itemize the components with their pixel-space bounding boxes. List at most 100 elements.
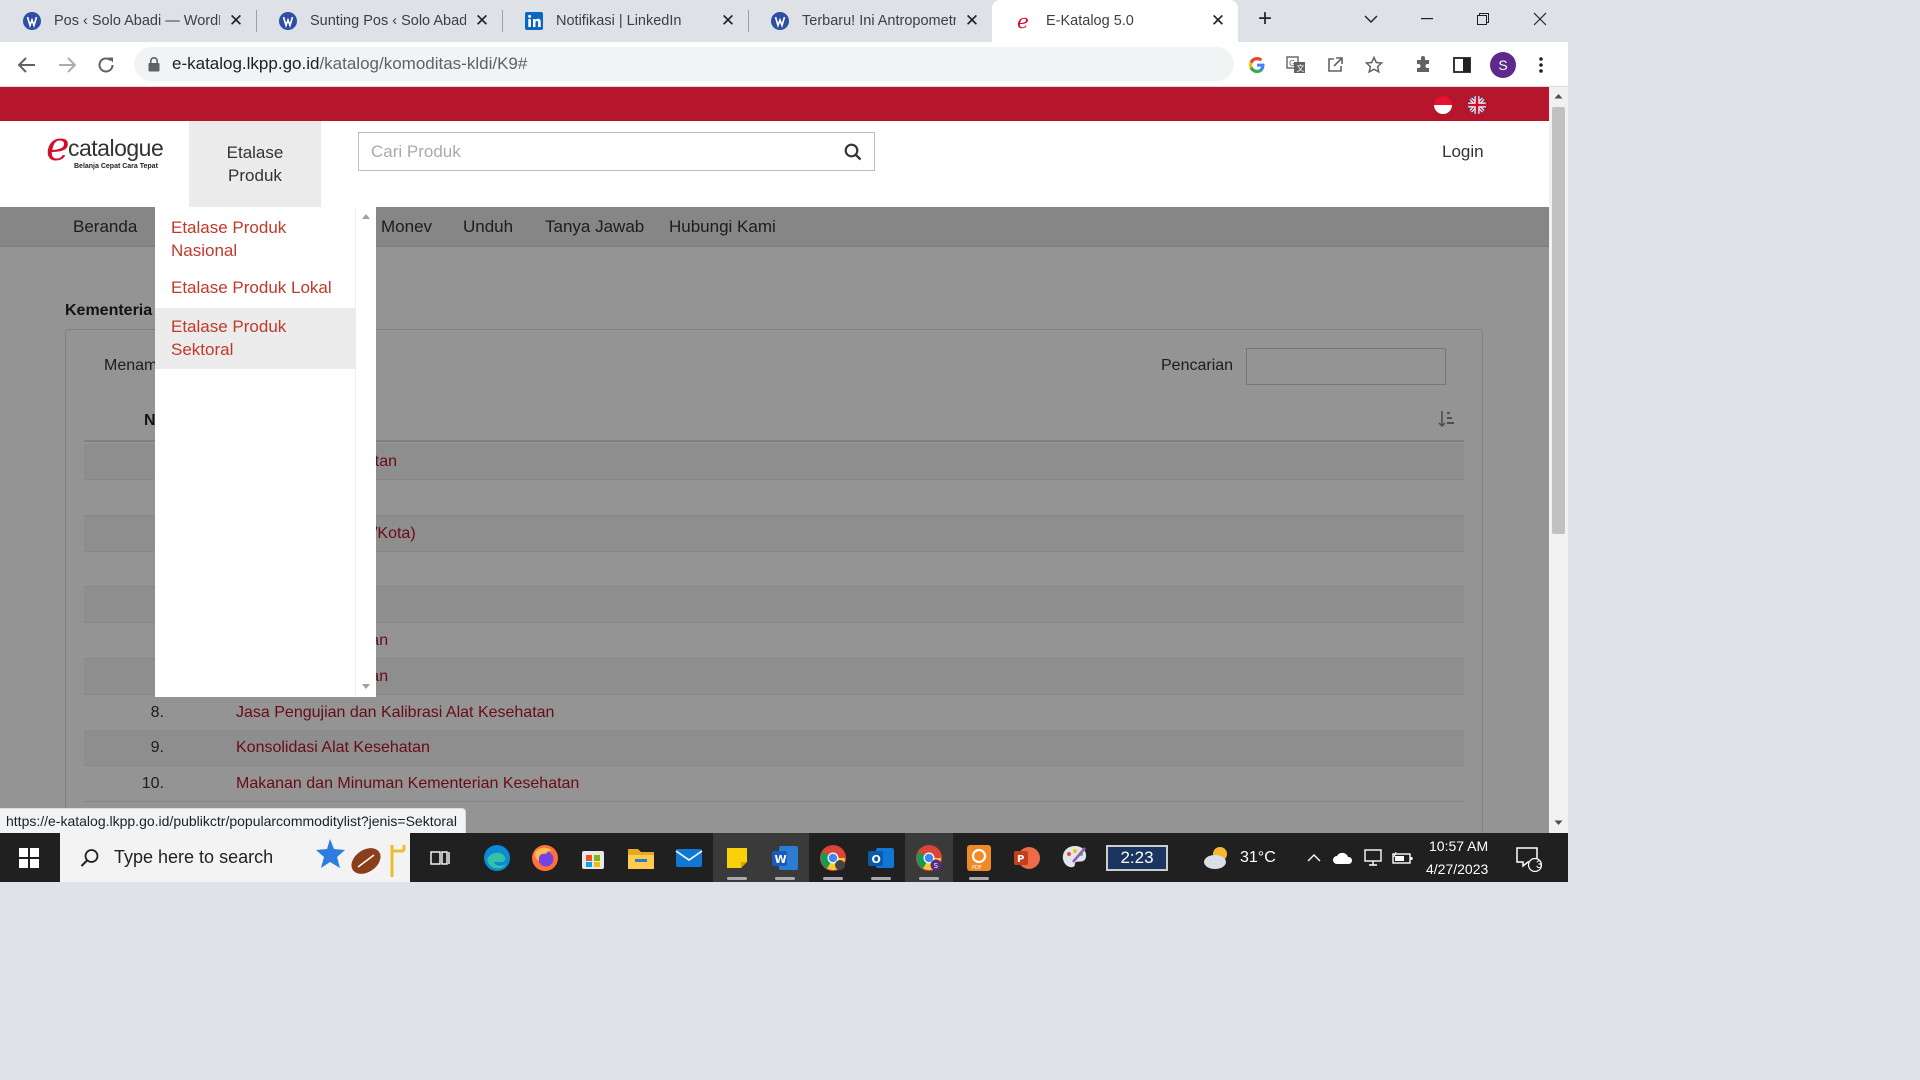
svg-text:e: e — [1017, 11, 1029, 31]
logo-text: catalogue — [68, 135, 164, 161]
tab-wordpress-edit[interactable]: Sunting Pos ‹ Solo Abadi — WordPress ✕ — [256, 0, 502, 42]
tab-search-chevron-icon[interactable] — [1343, 0, 1399, 38]
weather-icon[interactable] — [1194, 833, 1242, 882]
tab-ekatalog[interactable]: e E-Katalog 5.0 ✕ — [992, 0, 1238, 42]
clock-time[interactable]: 10:57 AM — [1429, 838, 1488, 854]
tab-title: Terbaru! Ini Antropometri — [802, 13, 956, 29]
restore-button[interactable] — [1455, 0, 1511, 38]
task-view-icon[interactable] — [417, 833, 465, 882]
reload-button[interactable] — [91, 50, 121, 80]
tab-title: Pos ‹ Solo Abadi — WordPress — [54, 13, 220, 29]
menu-item-etalase-lokal[interactable]: Etalase Produk Lokal — [155, 276, 355, 299]
dropdown-scrollbar[interactable] — [355, 207, 376, 697]
share-icon[interactable] — [1320, 50, 1350, 80]
tray-chevron-up-icon[interactable] — [1300, 833, 1328, 882]
sticky-notes-icon[interactable] — [713, 833, 761, 882]
tab-wordpress-posts[interactable]: Pos ‹ Solo Abadi — WordPress ✕ — [0, 0, 256, 42]
microsoft-store-icon[interactable] — [569, 833, 617, 882]
timer-widget[interactable]: 2:23 — [1104, 833, 1170, 882]
svg-text:O: O — [872, 853, 881, 866]
edge-browser-icon[interactable] — [473, 833, 521, 882]
taskbar-search[interactable]: Type here to search — [60, 833, 410, 882]
network-icon[interactable] — [1358, 833, 1388, 882]
bookmark-star-icon[interactable] — [1359, 50, 1389, 80]
product-search — [358, 132, 875, 171]
side-panel-icon[interactable] — [1447, 50, 1477, 80]
scroll-down-arrow-icon — [1554, 820, 1563, 825]
tab-antropometri[interactable]: Terbaru! Ini Antropometri ✕ — [748, 0, 992, 42]
login-link[interactable]: Login — [1442, 142, 1484, 162]
word-icon[interactable]: W — [761, 833, 809, 882]
scroll-up-arrow-icon — [362, 214, 370, 219]
weather-temperature[interactable]: 31°C — [1240, 849, 1276, 867]
tab-linkedin[interactable]: Notifikasi | LinkedIn ✕ — [502, 0, 748, 42]
paint-icon[interactable] — [1051, 833, 1099, 882]
close-icon[interactable]: ✕ — [718, 11, 738, 31]
ecatalogue-logo[interactable]: e catalogue Belanja Cepat Cara Tepat — [46, 127, 171, 177]
menu-item-etalase-nasional[interactable]: Etalase Produk Nasional — [155, 216, 355, 262]
address-bar[interactable]: e-katalog.lkpp.go.id/katalog/komoditas-k… — [134, 47, 1234, 81]
profile-avatar[interactable]: S — [1488, 50, 1518, 80]
minimize-button[interactable] — [1399, 0, 1455, 38]
google-icon[interactable] — [1242, 50, 1272, 80]
taskbar-search-placeholder: Type here to search — [114, 847, 274, 867]
powerpoint-icon[interactable]: P — [1003, 833, 1051, 882]
close-window-button[interactable] — [1512, 0, 1568, 38]
profile-initial: S — [1490, 52, 1516, 78]
etalase-produk-button[interactable]: Etalase Produk — [189, 121, 321, 207]
lock-icon[interactable] — [148, 56, 160, 72]
close-icon[interactable]: ✕ — [472, 11, 492, 31]
svg-text:文: 文 — [1297, 63, 1305, 73]
close-icon[interactable]: ✕ — [1208, 11, 1228, 31]
close-icon[interactable]: ✕ — [226, 11, 246, 31]
onedrive-cloud-icon[interactable] — [1328, 833, 1358, 882]
link-status-bar: https://e-katalog.lkpp.go.id/publikctr/p… — [0, 808, 466, 833]
product-search-input[interactable] — [359, 133, 832, 170]
svg-text:G: G — [1289, 59, 1295, 68]
svg-text:P: P — [1017, 854, 1024, 865]
forward-button[interactable] — [52, 50, 82, 80]
scroll-thumb[interactable] — [1552, 107, 1565, 534]
web-page: e catalogue Belanja Cepat Cara Tepat Eta… — [0, 87, 1549, 833]
page-scrollbar[interactable] — [1549, 87, 1568, 833]
chrome-profile-icon[interactable]: S — [905, 833, 953, 882]
tab-strip: Pos ‹ Solo Abadi — WordPress ✕ Sunting P… — [0, 0, 1568, 42]
windows-taskbar: Type here to search W O S PDF P 2:23 31°… — [0, 833, 1568, 882]
notification-count: 3 — [1536, 859, 1543, 871]
logo-e-glyph: e — [46, 124, 70, 170]
file-explorer-icon[interactable] — [617, 833, 665, 882]
tab-title: Notifikasi | LinkedIn — [556, 13, 682, 29]
clock-date[interactable]: 4/27/2023 — [1426, 861, 1488, 877]
notification-center-icon[interactable]: 3 — [1510, 833, 1546, 882]
scroll-up-arrow-icon — [1554, 94, 1563, 99]
search-icon[interactable] — [832, 143, 874, 161]
extensions-puzzle-icon[interactable] — [1408, 50, 1438, 80]
search-icon — [80, 848, 99, 867]
tab-title: Sunting Pos ‹ Solo Abadi — WordPress — [310, 13, 466, 29]
back-button[interactable] — [12, 50, 42, 80]
search-highlight-football-icon — [316, 839, 406, 877]
firefox-icon[interactable] — [521, 833, 569, 882]
battery-icon[interactable] — [1388, 833, 1418, 882]
outlook-icon[interactable]: O — [857, 833, 905, 882]
translate-icon[interactable]: G文 — [1281, 50, 1311, 80]
pdf-reader-icon[interactable]: PDF — [955, 833, 1003, 882]
new-tab-button[interactable]: + — [1238, 0, 1292, 38]
menu-item-etalase-sektoral[interactable]: Etalase Produk Sektoral — [155, 308, 355, 369]
top-red-bar — [0, 87, 1549, 121]
svg-text:S: S — [934, 862, 939, 870]
logo-tagline: Belanja Cepat Cara Tepat — [74, 163, 158, 170]
browser-menu-icon[interactable] — [1526, 50, 1556, 80]
wordpress-icon — [278, 11, 298, 31]
close-icon[interactable]: ✕ — [962, 11, 982, 31]
windows-start-icon[interactable] — [5, 833, 53, 882]
chrome-icon[interactable] — [809, 833, 857, 882]
timer-text: 2:23 — [1106, 844, 1168, 871]
screen: { "browser": { "tabs": [ {"title": "Pos … — [0, 0, 1568, 882]
indonesia-flag-icon[interactable] — [1434, 96, 1452, 114]
browser-toolbar: e-katalog.lkpp.go.id/katalog/komoditas-k… — [0, 42, 1568, 87]
linkedin-icon — [524, 11, 544, 31]
mail-icon[interactable] — [665, 833, 713, 882]
uk-flag-icon[interactable] — [1468, 96, 1486, 114]
svg-text:PDF: PDF — [972, 865, 982, 871]
